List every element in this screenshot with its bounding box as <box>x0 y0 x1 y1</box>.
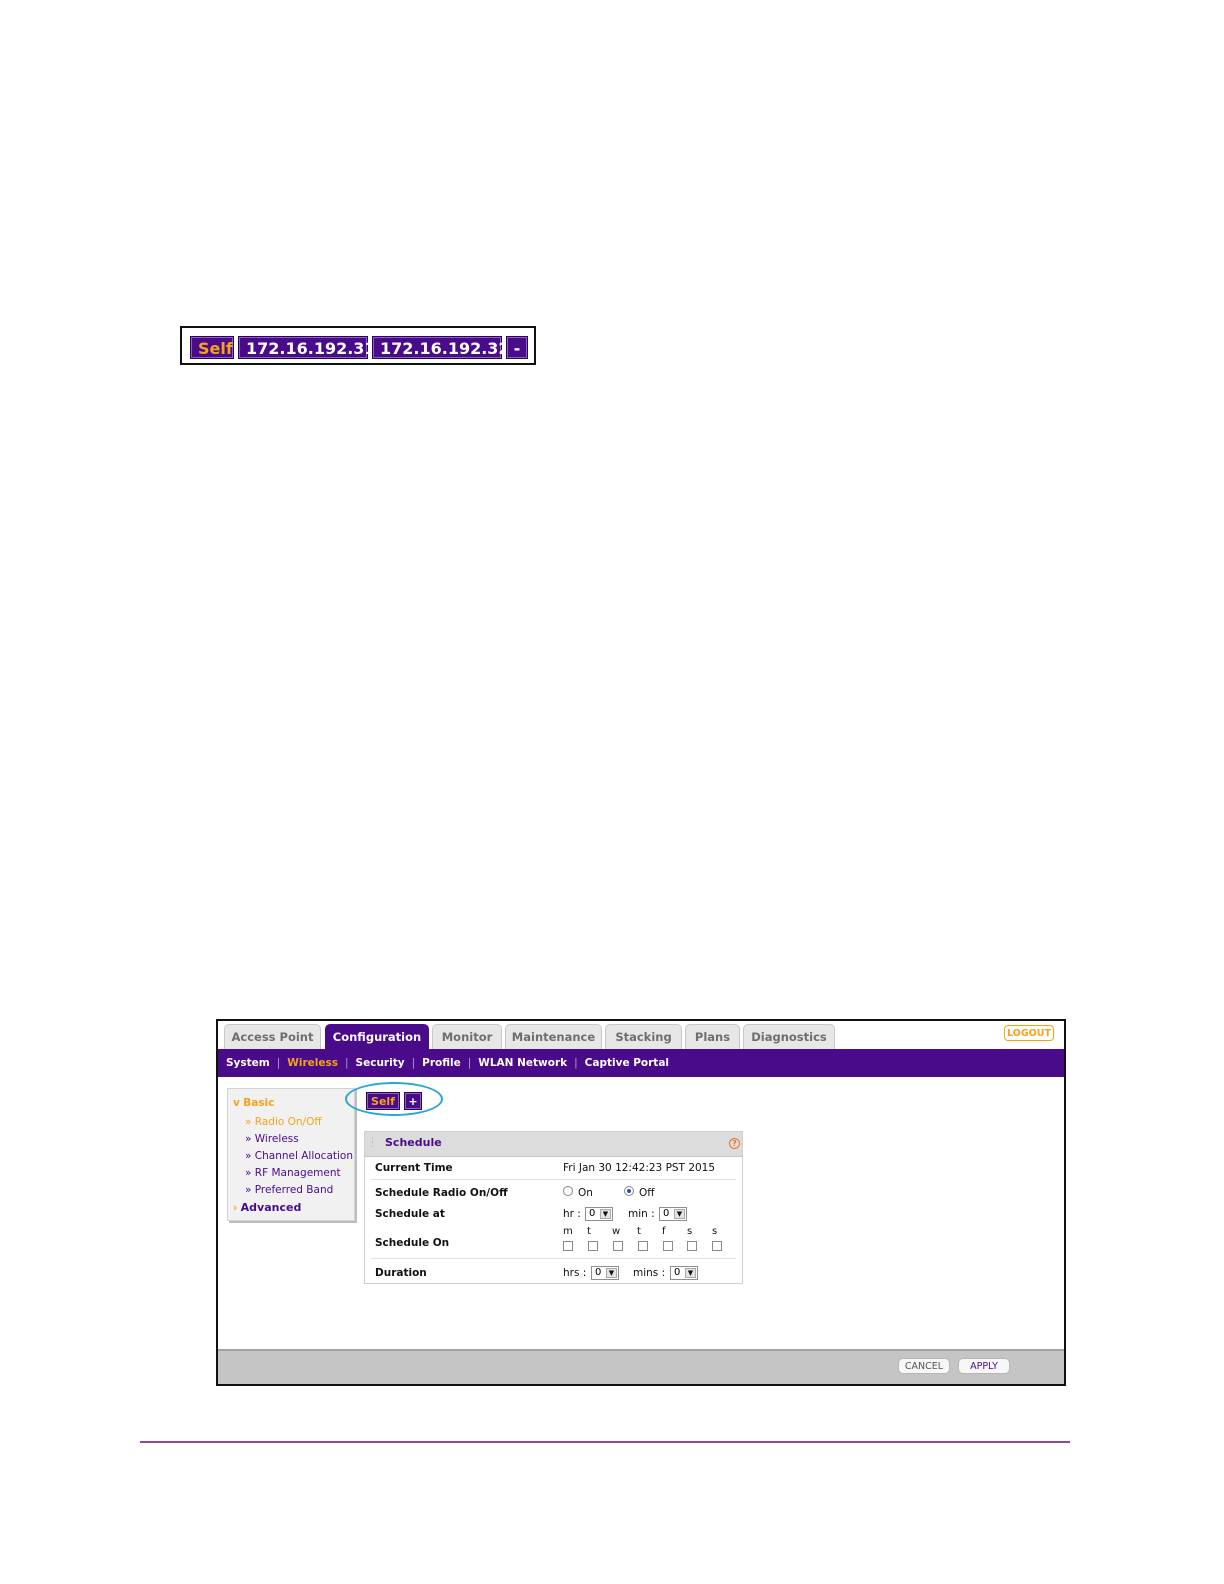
hrs-select[interactable]: 0 ▼ <box>591 1266 619 1280</box>
help-icon[interactable]: ? <box>729 1138 740 1149</box>
ip-button-2[interactable]: 172.16.192.32 <box>372 336 510 359</box>
day-label-tue: t <box>587 1226 591 1237</box>
dropdown-arrow-icon: ▼ <box>606 1268 617 1278</box>
checkbox-thu[interactable] <box>638 1241 648 1251</box>
hrs-label: hrs : <box>563 1267 587 1279</box>
dropdown-arrow-icon: ▼ <box>674 1209 685 1219</box>
subnav-wlan-network[interactable]: WLAN Network <box>478 1057 567 1069</box>
day-label-fri: f <box>662 1226 666 1237</box>
current-time-value: Fri Jan 30 12:42:23 PST 2015 <box>563 1162 716 1174</box>
apply-button[interactable]: APPLY <box>958 1358 1010 1374</box>
day-label-thu: t <box>637 1226 641 1237</box>
tab-diagnostics[interactable]: Diagnostics <box>743 1024 835 1049</box>
checkbox-sat[interactable] <box>687 1241 697 1251</box>
menu-item-radio-on-off[interactable]: » Radio On/Off <box>245 1116 322 1128</box>
dropdown-arrow-icon: ▼ <box>600 1209 611 1219</box>
subnav-wireless[interactable]: Wireless <box>287 1057 338 1069</box>
min-label: min : <box>628 1208 655 1220</box>
day-label-mon: m <box>563 1226 573 1237</box>
collapse-button[interactable]: - <box>506 336 528 359</box>
checkbox-fri[interactable] <box>663 1241 673 1251</box>
chevron-down-icon: v <box>233 1097 240 1109</box>
panel-header: :: Schedule ? <box>365 1132 742 1157</box>
menu-advanced[interactable]: › Advanced <box>233 1201 301 1214</box>
subnav-separator: | <box>467 1057 472 1069</box>
schedule-panel: :: Schedule ? Current Time Fri Jan 30 12… <box>364 1131 743 1284</box>
bullet-icon: » <box>245 1150 252 1162</box>
ip-selector-strip: Self 172.16.192.31 172.16.192.32 - <box>180 326 536 365</box>
checkbox-wed[interactable] <box>613 1241 623 1251</box>
radio-off-label: Off <box>639 1187 655 1199</box>
page-footer-rule <box>140 1441 1070 1443</box>
menu-item-wireless[interactable]: » Wireless <box>245 1133 299 1145</box>
self-button[interactable]: Self <box>190 336 234 359</box>
bullet-icon: » <box>245 1116 252 1128</box>
mins-select[interactable]: 0 ▼ <box>670 1266 698 1280</box>
left-menu: v Basic » Radio On/Off » Wireless » Chan… <box>227 1088 355 1221</box>
mins-label: mins : <box>633 1267 666 1279</box>
divider <box>371 1258 736 1259</box>
ip-button-1[interactable]: 172.16.192.31 <box>238 336 376 359</box>
subnav-profile[interactable]: Profile <box>422 1057 461 1069</box>
menu-item-preferred-band[interactable]: » Preferred Band <box>245 1184 333 1196</box>
hr-label: hr : <box>563 1208 581 1220</box>
bullet-icon: » <box>245 1167 252 1179</box>
checkbox-sun[interactable] <box>712 1241 722 1251</box>
subnav-system[interactable]: System <box>226 1057 270 1069</box>
subnav-separator: | <box>411 1057 416 1069</box>
dropdown-arrow-icon: ▼ <box>685 1268 696 1278</box>
day-label-sun: s <box>712 1226 718 1237</box>
menu-item-rf-management[interactable]: » RF Management <box>245 1167 341 1179</box>
subnav-separator: | <box>345 1057 349 1069</box>
self-button[interactable]: Self <box>366 1092 400 1110</box>
subnav-separator: | <box>276 1057 281 1069</box>
radio-on-label: On <box>578 1187 593 1199</box>
menu-basic[interactable]: v Basic <box>233 1097 274 1109</box>
checkbox-tue[interactable] <box>588 1241 598 1251</box>
radio-on[interactable] <box>563 1186 573 1196</box>
day-label-sat: s <box>687 1226 693 1237</box>
schedule-at-label: Schedule at <box>375 1208 445 1220</box>
schedule-radio-label: Schedule Radio On/Off <box>375 1187 508 1199</box>
tab-access-point[interactable]: Access Point <box>224 1024 321 1049</box>
subnav-security[interactable]: Security <box>356 1057 405 1069</box>
tab-configuration[interactable]: Configuration <box>325 1024 429 1050</box>
tab-maintenance[interactable]: Maintenance <box>505 1024 602 1049</box>
current-time-label: Current Time <box>375 1162 453 1174</box>
subnav-captive-portal[interactable]: Captive Portal <box>585 1057 669 1069</box>
divider <box>371 1179 736 1180</box>
main-tab-bar: Access Point Configuration Monitor Maint… <box>218 1021 1064 1050</box>
subnav-separator: | <box>574 1057 578 1069</box>
min-select[interactable]: 0 ▼ <box>659 1207 687 1221</box>
cancel-button[interactable]: CANCEL <box>898 1358 950 1374</box>
day-label-wed: w <box>612 1226 621 1237</box>
schedule-on-label: Schedule On <box>375 1237 450 1249</box>
sub-navigation: System | Wireless | Security | Profile |… <box>218 1049 1064 1077</box>
bullet-icon: » <box>245 1133 252 1145</box>
tab-monitor[interactable]: Monitor <box>432 1024 502 1049</box>
admin-window: Access Point Configuration Monitor Maint… <box>216 1019 1066 1386</box>
checkbox-mon[interactable] <box>563 1241 573 1251</box>
expand-button[interactable]: + <box>404 1092 422 1110</box>
footer-bar: CANCEL APPLY <box>218 1349 1064 1384</box>
duration-label: Duration <box>375 1267 427 1279</box>
panel-title: Schedule <box>385 1136 442 1149</box>
bullet-icon: » <box>245 1184 252 1196</box>
tab-plans[interactable]: Plans <box>685 1024 740 1049</box>
menu-item-channel-allocation[interactable]: » Channel Allocation <box>245 1150 353 1162</box>
radio-off[interactable] <box>624 1186 634 1196</box>
chevron-right-icon: › <box>233 1202 238 1214</box>
drag-handle-icon[interactable]: :: <box>371 1136 377 1150</box>
tab-stacking[interactable]: Stacking <box>605 1024 682 1049</box>
logout-button[interactable]: LOGOUT <box>1004 1025 1054 1041</box>
hr-select[interactable]: 0 ▼ <box>585 1207 613 1221</box>
